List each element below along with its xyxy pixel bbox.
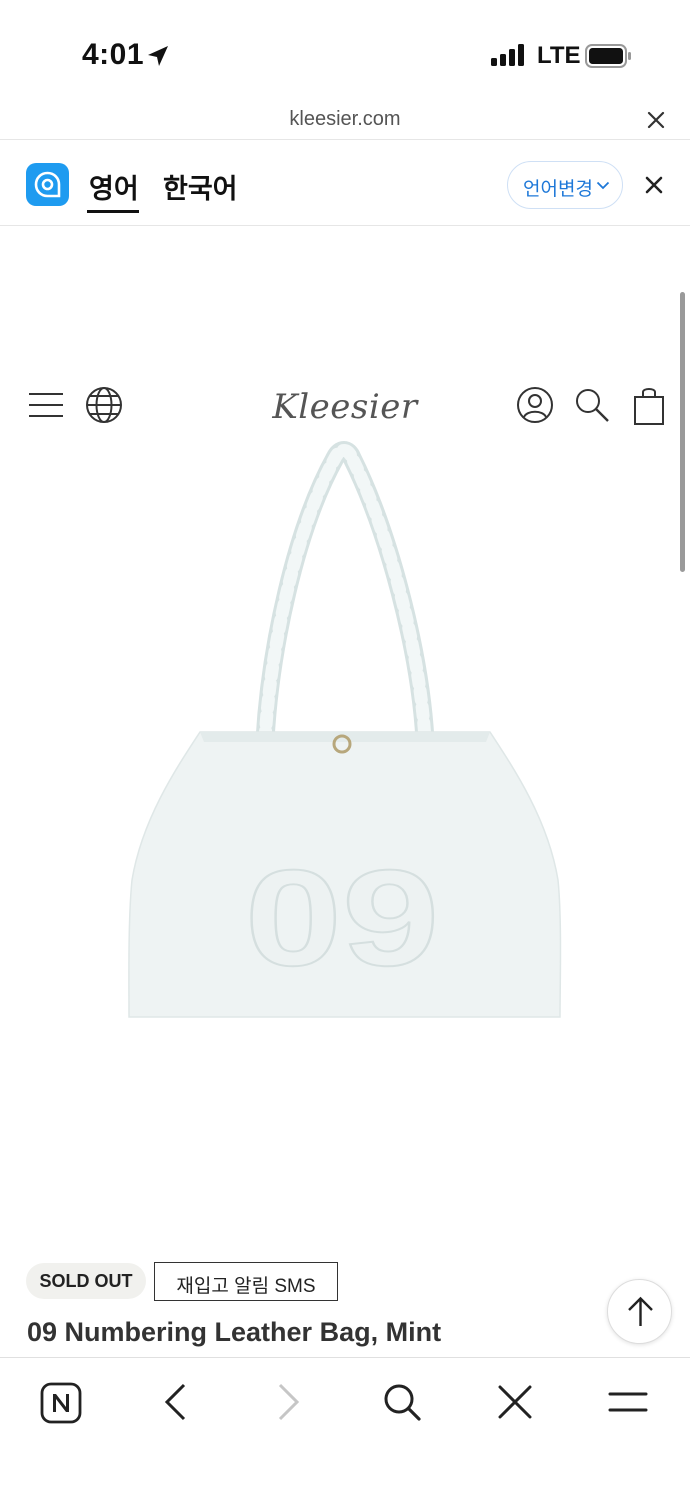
account-icon[interactable] — [516, 386, 554, 424]
tab-korean[interactable]: 한국어 — [163, 167, 238, 206]
brand-logo[interactable]: Kleesier — [270, 387, 420, 427]
change-language-button[interactable]: 언어변경 — [507, 161, 623, 209]
status-bar: 4:01 LTE — [0, 0, 690, 100]
product-title: 09 Numbering Leather Bag, Mint — [27, 1317, 442, 1347]
naver-n-icon[interactable] — [40, 1382, 82, 1424]
active-tab-indicator — [87, 210, 139, 213]
close-icon[interactable] — [646, 110, 666, 130]
network-type: LTE — [537, 42, 581, 69]
translate-bar: 영어 한국어 언어변경 — [0, 141, 690, 226]
site-header: Kleesier — [0, 370, 690, 440]
signal-icon — [491, 44, 524, 66]
papago-logo-icon[interactable] — [26, 163, 69, 206]
arrow-up-icon — [628, 1296, 653, 1326]
status-time: 4:01 — [82, 38, 145, 71]
scroll-to-top-button[interactable] — [607, 1279, 672, 1344]
globe-icon[interactable] — [85, 386, 123, 424]
number-patch: 09 — [244, 841, 441, 995]
menu-icon[interactable] — [607, 1382, 649, 1422]
tab-english[interactable]: 영어 — [89, 167, 139, 206]
battery-icon — [585, 44, 631, 68]
location-arrow-icon — [148, 46, 168, 66]
braided-handle — [255, 441, 435, 750]
product-image[interactable]: 09 — [120, 440, 570, 1025]
product-info: SOLD OUT 재입고 알림 SMS 09 Numbering Leather… — [0, 1255, 690, 1355]
menu-icon[interactable] — [28, 392, 64, 418]
restock-sms-button[interactable]: 재입고 알림 SMS — [154, 1262, 338, 1301]
close-icon[interactable] — [645, 176, 663, 194]
url-text[interactable]: kleesier.com — [0, 108, 690, 131]
svg-text:09: 09 — [245, 842, 440, 994]
search-icon[interactable] — [574, 387, 610, 423]
back-icon[interactable] — [162, 1382, 188, 1422]
forward-icon[interactable] — [276, 1382, 302, 1422]
url-bar[interactable]: kleesier.com — [0, 100, 690, 140]
bottom-toolbar — [0, 1357, 690, 1500]
search-icon[interactable] — [382, 1382, 422, 1422]
sold-out-badge: SOLD OUT — [26, 1263, 146, 1299]
close-icon[interactable] — [497, 1382, 533, 1422]
chevron-down-icon — [596, 181, 610, 190]
shopping-bag-icon[interactable] — [633, 386, 665, 426]
change-language-label: 언어변경 — [523, 179, 593, 200]
